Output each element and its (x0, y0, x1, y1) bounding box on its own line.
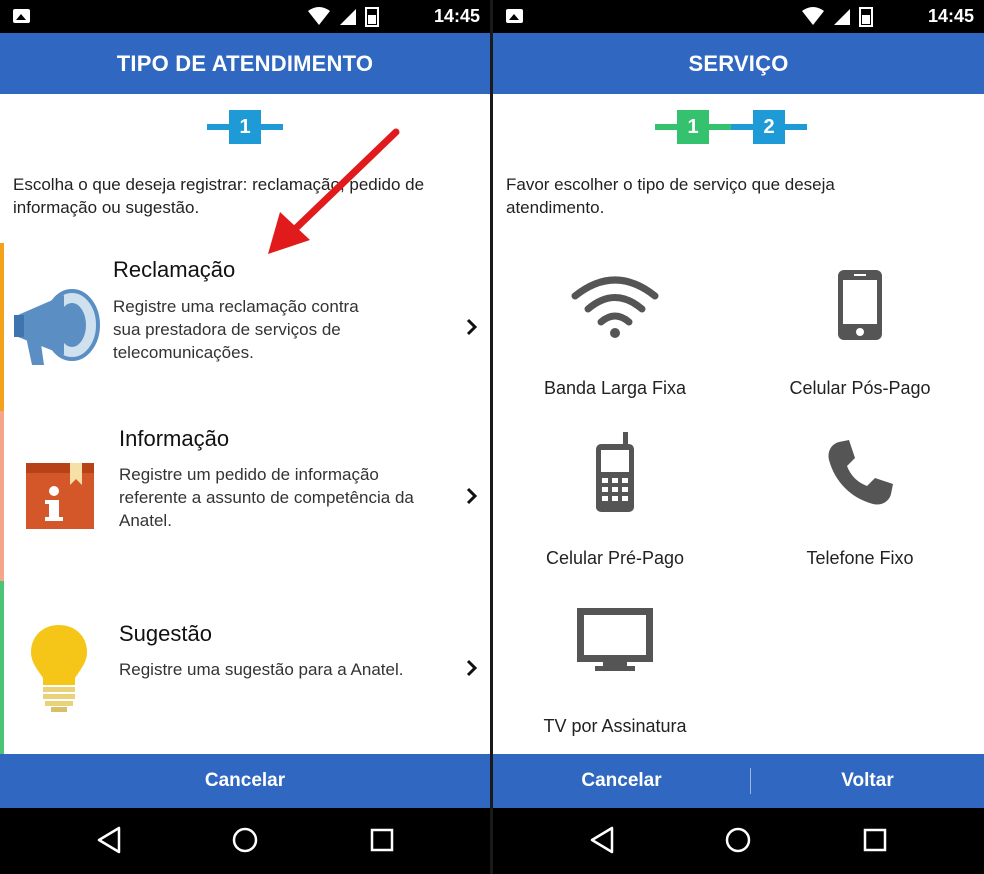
desc-line: sua prestadora de serviços de (113, 320, 341, 339)
wifi-icon (571, 276, 659, 338)
desc-line: Anatel. (119, 511, 172, 530)
android-nav-bar (0, 808, 490, 874)
service-celular-pos-pago[interactable]: Celular Pós-Pago (740, 268, 980, 403)
status-icons (308, 7, 379, 27)
info-book-icon (26, 463, 94, 529)
annotation-arrow-icon (268, 128, 400, 254)
option-title: Sugestão (119, 621, 212, 646)
step-2-badge: 2 (753, 110, 785, 144)
desc-line: Registre uma sugestão para a Anatel. (119, 660, 404, 679)
option-title: Reclamação (113, 257, 236, 282)
desc-line: Registre um pedido de informação (119, 465, 379, 484)
home-nav-icon[interactable] (723, 825, 753, 855)
screen-tipo-de-atendimento: 14:45 TIPO DE ATENDIMENTO 1 Escolha o qu… (0, 0, 490, 874)
recents-nav-icon[interactable] (367, 825, 397, 855)
chevron-right-icon (466, 487, 478, 505)
service-label: Celular Pré-Pago (545, 548, 685, 568)
service-label: Celular Pós-Pago (789, 378, 931, 398)
screen-servico: 14:45 SERVIÇO 1 2 Favor escolher o tipo … (493, 0, 984, 874)
recents-nav-icon[interactable] (860, 825, 890, 855)
back-nav-icon[interactable] (588, 825, 618, 855)
service-banda-larga-fixa[interactable]: Banda Larga Fixa (495, 268, 735, 403)
home-nav-icon[interactable] (230, 825, 260, 855)
chevron-right-icon (466, 659, 478, 677)
desc-line: telecomunicações. (113, 343, 254, 362)
service-label: TV por Assinatura (543, 716, 687, 736)
step-1-badge: 1 (229, 110, 261, 144)
instruction-text: Favor escolher o tipo de serviço que des… (506, 173, 835, 219)
page-title: TIPO DE ATENDIMENTO (0, 33, 490, 94)
image-notification-icon (506, 9, 523, 23)
tv-icon (577, 608, 653, 671)
option-reclamacao[interactable]: Reclamação Registre uma reclamação contr… (0, 243, 490, 411)
megaphone-icon (14, 289, 100, 365)
step-1-badge: 1 (677, 110, 709, 144)
option-title: Informação (119, 426, 230, 451)
smartphone-icon (838, 270, 882, 340)
status-bar: 14:45 (0, 0, 490, 33)
status-bar: 14:45 (493, 0, 984, 33)
step-indicator: 1 2 (655, 110, 807, 148)
service-celular-pre-pago[interactable]: Celular Pré-Pago (495, 432, 735, 572)
image-notification-icon (13, 9, 30, 23)
status-icons (802, 7, 873, 27)
clock: 14:45 (433, 6, 480, 26)
option-accent (0, 243, 4, 411)
cancel-button[interactable]: Cancelar (493, 754, 750, 808)
lightbulb-icon (31, 625, 87, 712)
chevron-right-icon (466, 318, 478, 336)
service-label: Banda Larga Fixa (543, 378, 687, 398)
back-button[interactable]: Voltar (751, 754, 984, 808)
mobile-phone-icon (596, 432, 634, 512)
service-telefone-fixo[interactable]: Telefone Fixo (740, 432, 980, 572)
option-accent (0, 581, 4, 754)
option-description: Registre uma sugestão para a Anatel. (119, 658, 403, 681)
android-nav-bar (493, 808, 984, 874)
option-informacao[interactable]: Informação Registre um pedido de informa… (0, 411, 490, 581)
option-accent (0, 411, 4, 581)
desc-line: Registre uma reclamação contra (113, 297, 359, 316)
option-sugestao[interactable]: Sugestão Registre uma sugestão para a An… (0, 581, 490, 754)
clock: 14:45 (927, 6, 974, 26)
option-description: Registre uma reclamação contra sua prest… (113, 295, 359, 364)
bottom-action-bar: Cancelar (0, 754, 490, 808)
back-nav-icon[interactable] (95, 825, 125, 855)
bottom-action-bar: Cancelar Voltar (493, 754, 984, 808)
page-title: SERVIÇO (493, 33, 984, 94)
service-label: Telefone Fixo (806, 548, 914, 568)
phone-handset-icon (828, 440, 893, 505)
cancel-button[interactable]: Cancelar (0, 754, 490, 808)
desc-line: referente a assunto de competência da (119, 488, 414, 507)
instruction-line: Favor escolher o tipo de serviço que des… (506, 175, 835, 194)
option-description: Registre um pedido de informação referen… (119, 463, 414, 532)
instruction-line: atendimento. (506, 198, 605, 217)
service-tv-por-assinatura[interactable]: TV por Assinatura (495, 604, 735, 744)
